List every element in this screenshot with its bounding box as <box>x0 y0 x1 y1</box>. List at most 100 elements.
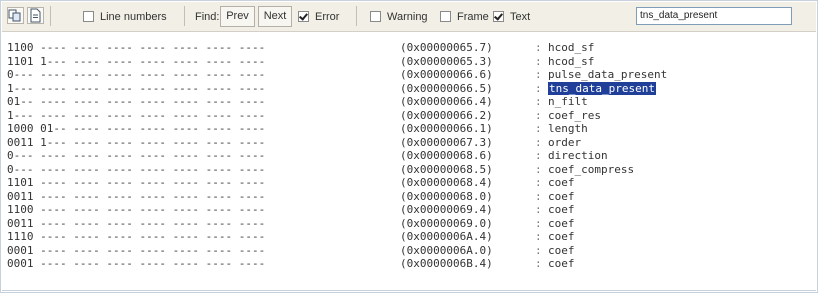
bit-address: (0x00000066.2) <box>400 108 493 122</box>
field-name: hcod_sf <box>548 41 595 54</box>
error-box[interactable] <box>298 11 309 22</box>
bit-pattern: 0--- ---- ---- ---- ---- ---- ---- ---- <box>7 162 266 176</box>
field-name: coef <box>548 176 575 189</box>
bit-address: (0x00000066.5) <box>400 81 493 95</box>
copy-icon[interactable] <box>7 7 24 24</box>
bit-address: (0x00000068.5) <box>400 162 493 176</box>
bit-pattern: 0001 ---- ---- ---- ---- ---- ---- ---- <box>7 257 266 270</box>
bit-address: (0x0000006B.4) <box>400 257 493 270</box>
table-row[interactable]: 0001 ---- ---- ---- ---- ---- ---- ---- (… <box>2 244 816 258</box>
table-row[interactable]: 1100 ---- ---- ---- ---- ---- ---- ---- (… <box>2 41 816 55</box>
table-row[interactable]: 0011 ---- ---- ---- ---- ---- ---- ---- (… <box>2 217 816 231</box>
table-row[interactable]: 1--- ---- ---- ---- ---- ---- ---- ---- (… <box>2 109 816 123</box>
table-row[interactable]: 1--- ---- ---- ---- ---- ---- ---- ---- (… <box>2 81 816 95</box>
bit-pattern: 1100 ---- ---- ---- ---- ---- ---- ---- <box>7 41 266 54</box>
bit-address: (0x00000066.6) <box>400 68 493 81</box>
prev-button[interactable]: Prev <box>220 6 255 27</box>
bit-pattern: 1101 1--- ---- ---- ---- ---- ---- ---- <box>7 54 266 68</box>
line-numbers-label: Line numbers <box>100 11 167 23</box>
separator: : <box>535 95 542 108</box>
separator: : <box>535 81 542 95</box>
separator: : <box>535 108 542 122</box>
frame-label: Frame <box>457 11 489 23</box>
bitstream-viewer: Line numbers Find: Prev Next Error Warni… <box>0 0 818 293</box>
line-numbers-checkbox[interactable]: Line numbers <box>83 11 167 23</box>
separator: : <box>535 162 542 176</box>
field-name: coef <box>548 203 575 216</box>
bit-pattern: 1100 ---- ---- ---- ---- ---- ---- ---- <box>7 203 266 216</box>
frame-box[interactable] <box>440 11 451 22</box>
table-row[interactable]: 1100 ---- ---- ---- ---- ---- ---- ---- (… <box>2 203 816 217</box>
separator: : <box>535 149 542 162</box>
separator: : <box>535 230 542 243</box>
bit-address: (0x00000069.4) <box>400 203 493 216</box>
search-input[interactable]: tns_data_present <box>636 7 792 25</box>
frame-checkbox[interactable]: Frame <box>440 11 489 23</box>
bit-pattern: 0--- ---- ---- ---- ---- ---- ---- ---- <box>7 149 266 162</box>
table-row[interactable]: 0011 ---- ---- ---- ---- ---- ---- ---- (… <box>2 190 816 204</box>
bottom-border <box>2 290 816 291</box>
separator: : <box>535 243 542 257</box>
bit-pattern: 1--- ---- ---- ---- ---- ---- ---- ---- <box>7 108 266 122</box>
table-row[interactable]: 1101 ---- ---- ---- ---- ---- ---- ---- (… <box>2 176 816 190</box>
separator: : <box>535 176 542 189</box>
bit-address: (0x00000066.4) <box>400 95 493 108</box>
selected-field-name: tns_data_present <box>548 81 656 95</box>
bit-pattern: 0011 1--- ---- ---- ---- ---- ---- ---- <box>7 135 266 149</box>
separator: : <box>535 203 542 216</box>
field-name: coef_res <box>548 108 601 122</box>
table-row[interactable]: 1110 ---- ---- ---- ---- ---- ---- ---- (… <box>2 230 816 244</box>
table-row[interactable]: 1000 01-- ---- ---- ---- ---- ---- ---- (… <box>2 122 816 136</box>
bit-pattern: 0--- ---- ---- ---- ---- ---- ---- ---- <box>7 68 266 81</box>
separator: : <box>535 41 542 54</box>
separator: : <box>535 54 542 68</box>
bit-address: (0x0000006A.4) <box>400 230 493 243</box>
bit-pattern: 1--- ---- ---- ---- ---- ---- ---- ---- <box>7 81 266 95</box>
table-row[interactable]: 01-- ---- ---- ---- ---- ---- ---- ---- (… <box>2 95 816 109</box>
error-checkbox[interactable]: Error <box>298 11 339 23</box>
toolbar-separator <box>356 6 357 26</box>
bit-pattern: 1101 ---- ---- ---- ---- ---- ---- ---- <box>7 176 266 189</box>
text-checkbox[interactable]: Text <box>493 11 530 23</box>
field-name: hcod_sf <box>548 54 595 68</box>
toolbar: Line numbers Find: Prev Next Error Warni… <box>2 2 816 32</box>
next-button[interactable]: Next <box>258 6 292 27</box>
field-name: length <box>548 122 588 135</box>
document-icon[interactable] <box>27 7 44 24</box>
warning-box[interactable] <box>370 11 381 22</box>
text-box[interactable] <box>493 11 504 22</box>
bit-address: (0x00000066.1) <box>400 122 493 135</box>
bit-address: (0x00000069.0) <box>400 216 493 230</box>
find-label: Find: <box>195 11 220 23</box>
table-row[interactable]: 0--- ---- ---- ---- ---- ---- ---- ---- (… <box>2 68 816 82</box>
field-name: pulse_data_present <box>548 68 668 81</box>
field-name: order <box>548 135 582 149</box>
bit-address: (0x00000068.6) <box>400 149 493 162</box>
separator: : <box>535 135 542 149</box>
table-row[interactable]: 1101 1--- ---- ---- ---- ---- ---- ---- (… <box>2 55 816 69</box>
bit-pattern: 01-- ---- ---- ---- ---- ---- ---- ---- <box>7 95 266 108</box>
bit-pattern: 1110 ---- ---- ---- ---- ---- ---- ---- <box>7 230 266 243</box>
bit-address: (0x00000065.3) <box>400 54 493 68</box>
bitstream-list: 1100 ---- ---- ---- ---- ---- ---- ---- (… <box>2 41 816 271</box>
table-row[interactable]: 0--- ---- ---- ---- ---- ---- ---- ---- (… <box>2 163 816 177</box>
warning-label: Warning <box>387 11 428 23</box>
line-numbers-box[interactable] <box>83 11 94 22</box>
bit-address: (0x0000006A.0) <box>400 243 493 257</box>
separator: : <box>535 189 542 203</box>
toolbar-separator <box>50 6 51 26</box>
field-name: direction <box>548 149 608 162</box>
field-name: coef <box>548 189 575 203</box>
separator: : <box>535 216 542 230</box>
bit-pattern: 0011 ---- ---- ---- ---- ---- ---- ---- <box>7 216 266 230</box>
table-row[interactable]: 0--- ---- ---- ---- ---- ---- ---- ---- (… <box>2 149 816 163</box>
bit-address: (0x00000068.0) <box>400 189 493 203</box>
table-row[interactable]: 0011 1--- ---- ---- ---- ---- ---- ---- (… <box>2 136 816 150</box>
separator: : <box>535 257 542 270</box>
error-label: Error <box>315 11 340 23</box>
warning-checkbox[interactable]: Warning <box>370 11 428 23</box>
bit-address: (0x00000067.3) <box>400 135 493 149</box>
field-name: n_filt <box>548 95 588 108</box>
bit-address: (0x00000068.4) <box>400 176 493 189</box>
table-row[interactable]: 0001 ---- ---- ---- ---- ---- ---- ---- (… <box>2 257 816 271</box>
